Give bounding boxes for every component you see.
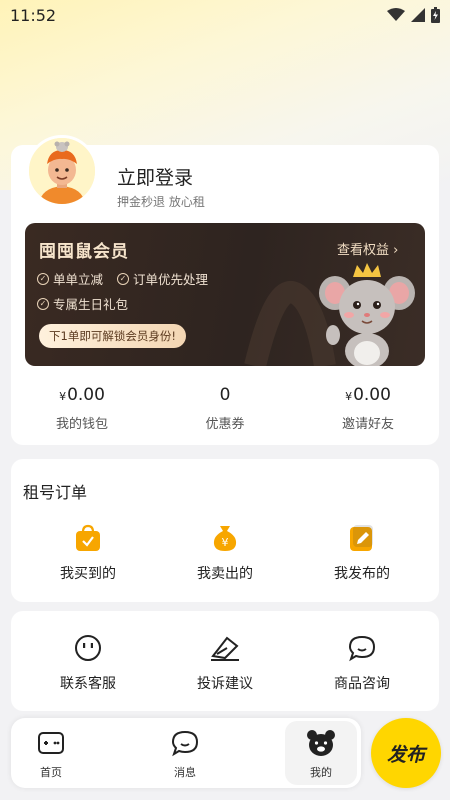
tab-label: 消息 bbox=[174, 766, 196, 779]
invite-amount: 0.00 bbox=[353, 385, 391, 405]
tab-label: 我的 bbox=[310, 766, 332, 779]
login-title[interactable]: 立即登录 bbox=[117, 163, 193, 190]
order-item-label: 我买到的 bbox=[60, 566, 116, 582]
product-inquiry-button[interactable]: 商品咨询 bbox=[291, 633, 433, 693]
vip-title: 囤囤鼠会员 bbox=[39, 242, 129, 262]
check-icon: ✓ bbox=[37, 297, 49, 310]
invite-stat[interactable]: ¥0.00 邀请好友 bbox=[297, 385, 439, 432]
battery-icon bbox=[431, 7, 440, 23]
bear-profile-icon bbox=[307, 730, 335, 756]
service-item-label: 投诉建议 bbox=[197, 676, 253, 692]
status-bar: 11:52 bbox=[0, 0, 450, 30]
publish-button[interactable]: 发布 bbox=[371, 718, 441, 788]
bottom-tabbar: 首页 消息 我的 bbox=[11, 718, 361, 788]
service-item-label: 联系客服 bbox=[60, 676, 116, 692]
vip-benefit-label: 订单优先处理 bbox=[133, 272, 209, 287]
stat-label: 我的钱包 bbox=[55, 417, 108, 432]
chat-bubble-icon bbox=[348, 635, 376, 662]
profile-card: 立即登录 押金秒退 放心租 囤囤鼠会员 查看权益 › ✓ 单单立减 ✓ 订单优先… bbox=[11, 135, 439, 445]
vip-benefit-label: 专属生日礼包 bbox=[53, 297, 129, 312]
wallet-amount: 0.00 bbox=[67, 385, 105, 405]
stat-value: ¥0.00 bbox=[11, 385, 153, 405]
money-bag-icon: ¥ bbox=[213, 526, 237, 551]
feedback-button[interactable]: 投诉建议 bbox=[154, 633, 296, 693]
check-icon: ✓ bbox=[117, 272, 129, 285]
status-icons bbox=[387, 7, 440, 23]
view-benefits-link[interactable]: 查看权益 › bbox=[337, 239, 398, 258]
stat-value: 0 bbox=[154, 385, 296, 405]
edit-document-icon bbox=[350, 525, 373, 551]
chevron-right-icon: › bbox=[393, 243, 399, 258]
orders-card: 租号订单 我买到的 ¥ 我卖出的 我发布的 bbox=[11, 459, 439, 602]
gamepad-home-icon bbox=[38, 732, 64, 754]
vip-benefit-item: ✓ 订单优先处理 bbox=[117, 269, 208, 288]
avatar[interactable] bbox=[26, 135, 98, 207]
services-card: 联系客服 投诉建议 商品咨询 bbox=[11, 611, 439, 711]
customer-service-button[interactable]: 联系客服 bbox=[17, 633, 159, 693]
customer-service-icon bbox=[75, 635, 101, 661]
stat-value: ¥0.00 bbox=[297, 385, 439, 405]
check-icon: ✓ bbox=[37, 272, 49, 285]
order-item-label: 我发布的 bbox=[334, 566, 390, 582]
shopping-bag-icon bbox=[76, 524, 100, 551]
currency-symbol: ¥ bbox=[59, 390, 67, 403]
sold-orders-button[interactable]: ¥ 我卖出的 bbox=[154, 523, 296, 583]
wallet-stat[interactable]: ¥0.00 我的钱包 bbox=[11, 385, 153, 432]
status-time: 11:52 bbox=[10, 5, 57, 25]
tab-messages[interactable]: 消息 bbox=[145, 728, 225, 780]
service-item-label: 商品咨询 bbox=[334, 676, 390, 692]
tab-home[interactable]: 首页 bbox=[11, 728, 91, 780]
stat-label: 邀请好友 bbox=[341, 417, 394, 432]
avatar-boy-icon bbox=[29, 138, 95, 204]
signal-icon bbox=[411, 8, 425, 22]
coupon-stat[interactable]: 0 优惠券 bbox=[154, 385, 296, 432]
vip-benefit-label: 单单立减 bbox=[53, 272, 104, 287]
tab-label: 首页 bbox=[40, 766, 62, 779]
vip-banner[interactable]: 囤囤鼠会员 查看权益 › ✓ 单单立减 ✓ 订单优先处理 ✓ 专属生日礼包 下1… bbox=[25, 223, 425, 366]
tab-mine[interactable]: 我的 bbox=[281, 728, 361, 780]
wifi-icon bbox=[387, 8, 405, 21]
published-orders-button[interactable]: 我发布的 bbox=[291, 523, 433, 583]
view-benefits-label: 查看权益 bbox=[337, 243, 390, 258]
vip-benefit-item: ✓ 单单立减 bbox=[37, 269, 103, 288]
coupon-count: 0 bbox=[219, 385, 231, 405]
feedback-icon bbox=[211, 636, 239, 661]
stat-label: 优惠券 bbox=[205, 417, 245, 432]
mouse-mascot-icon bbox=[319, 263, 415, 366]
message-icon bbox=[171, 730, 199, 757]
currency-symbol: ¥ bbox=[345, 390, 353, 403]
orders-title: 租号订单 bbox=[23, 483, 88, 502]
svg-text:¥: ¥ bbox=[222, 536, 229, 549]
unlock-vip-button[interactable]: 下1单即可解锁会员身份! bbox=[39, 324, 186, 348]
vip-benefit-item: ✓ 专属生日礼包 bbox=[37, 294, 128, 313]
login-subtitle: 押金秒退 放心租 bbox=[117, 195, 205, 209]
order-item-label: 我卖出的 bbox=[197, 566, 253, 582]
bought-orders-button[interactable]: 我买到的 bbox=[17, 523, 159, 583]
